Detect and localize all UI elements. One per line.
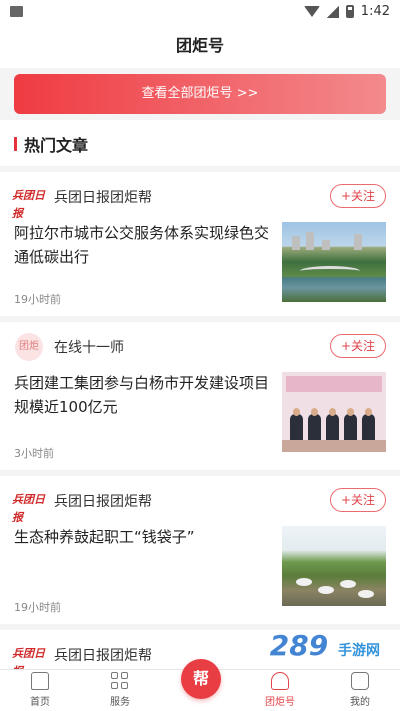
source-logo: 团炬 <box>15 333 43 361</box>
wifi-icon <box>303 6 320 17</box>
source-name[interactable]: 兵团日报团炬帮 <box>54 645 152 665</box>
nav-label: 首页 <box>30 697 50 708</box>
torch-icon <box>271 672 289 690</box>
goose-shape <box>296 578 312 586</box>
hot-articles-header: 热门文章 <box>0 120 400 166</box>
article-thumbnail[interactable] <box>282 372 386 452</box>
source-name[interactable]: 兵团日报团炬帮 <box>54 491 152 511</box>
status-time: 1:42 <box>360 4 390 19</box>
signal-icon <box>326 5 339 18</box>
nav-label: 团炬号 <box>265 697 295 708</box>
table-shape <box>282 440 386 452</box>
head-shape <box>329 408 336 416</box>
banner-shape <box>286 376 382 392</box>
section-marker <box>14 137 17 151</box>
section-title: 热门文章 <box>24 136 89 155</box>
head-shape <box>293 408 300 416</box>
building-shape <box>354 234 362 250</box>
help-center-button[interactable]: 帮 <box>181 659 221 699</box>
nav-item-home[interactable]: 首页 <box>10 672 70 708</box>
head-shape <box>365 408 372 416</box>
nav-item-services[interactable]: 服务 <box>90 672 150 708</box>
article-time: 19小时前 <box>14 293 61 306</box>
building-shape <box>306 232 314 250</box>
watermark-tail: 手游网 <box>338 643 380 659</box>
follow-button[interactable]: +关注 <box>330 184 386 208</box>
source-logo: 兵团日报 <box>12 493 45 524</box>
source-logo: 兵团日报 <box>12 647 45 678</box>
article-time: 3小时前 <box>14 447 54 460</box>
bridge-shape <box>300 266 360 276</box>
article-time: 19小时前 <box>14 601 61 614</box>
grid-icon <box>111 672 129 690</box>
nav-item-me[interactable]: 我的 <box>330 672 390 708</box>
image-notification-icon <box>10 6 23 17</box>
goose-shape <box>318 586 334 594</box>
nav-label: 我的 <box>350 697 370 708</box>
head-shape <box>347 408 354 416</box>
goose-shape <box>358 590 374 598</box>
article-card[interactable]: 兵团日报 兵团日报团炬帮 +关注 阿拉尔市城市公交服务体系实现绿色交通低碳出行 … <box>0 172 400 316</box>
battery-icon <box>345 5 354 18</box>
article-title[interactable]: 生态种养鼓起职工“钱袋子” <box>14 525 276 549</box>
article-title[interactable]: 兵团建工集团参与白杨市开发建设项目规模近100亿元 <box>14 371 276 419</box>
page-title: 团炬号 <box>0 24 400 68</box>
building-shape <box>322 240 330 250</box>
follow-button[interactable]: +关注 <box>330 334 386 358</box>
status-bar: 1:42 <box>0 0 400 24</box>
article-title[interactable]: 阿拉尔市城市公交服务体系实现绿色交通低碳出行 <box>14 221 276 269</box>
watermark-text: 289 <box>269 629 329 662</box>
view-all-button[interactable]: 查看全部团炬号 >> <box>14 74 386 114</box>
user-icon <box>351 672 369 690</box>
article-thumbnail[interactable] <box>282 222 386 302</box>
building-shape <box>292 236 300 250</box>
article-thumbnail[interactable] <box>282 526 386 606</box>
nav-label: 服务 <box>110 697 130 708</box>
source-name[interactable]: 在线十一师 <box>54 337 124 357</box>
article-card[interactable]: 兵团日报 兵团日报团炬帮 +关注 生态种养鼓起职工“钱袋子” 19小时前 <box>0 476 400 624</box>
article-card[interactable]: 团炬 在线十一师 +关注 兵团建工集团参与白杨市开发建设项目规模近100亿元 3… <box>0 322 400 470</box>
source-name[interactable]: 兵团日报团炬帮 <box>54 187 152 207</box>
nav-item-tuanjuhao[interactable]: 团炬号 <box>250 672 310 708</box>
goose-shape <box>340 580 356 588</box>
follow-button[interactable]: +关注 <box>330 488 386 512</box>
source-logo: 兵团日报 <box>12 189 45 220</box>
home-icon <box>31 672 49 690</box>
head-shape <box>311 408 318 416</box>
watermark-logo: 289 手游网 <box>270 632 380 665</box>
